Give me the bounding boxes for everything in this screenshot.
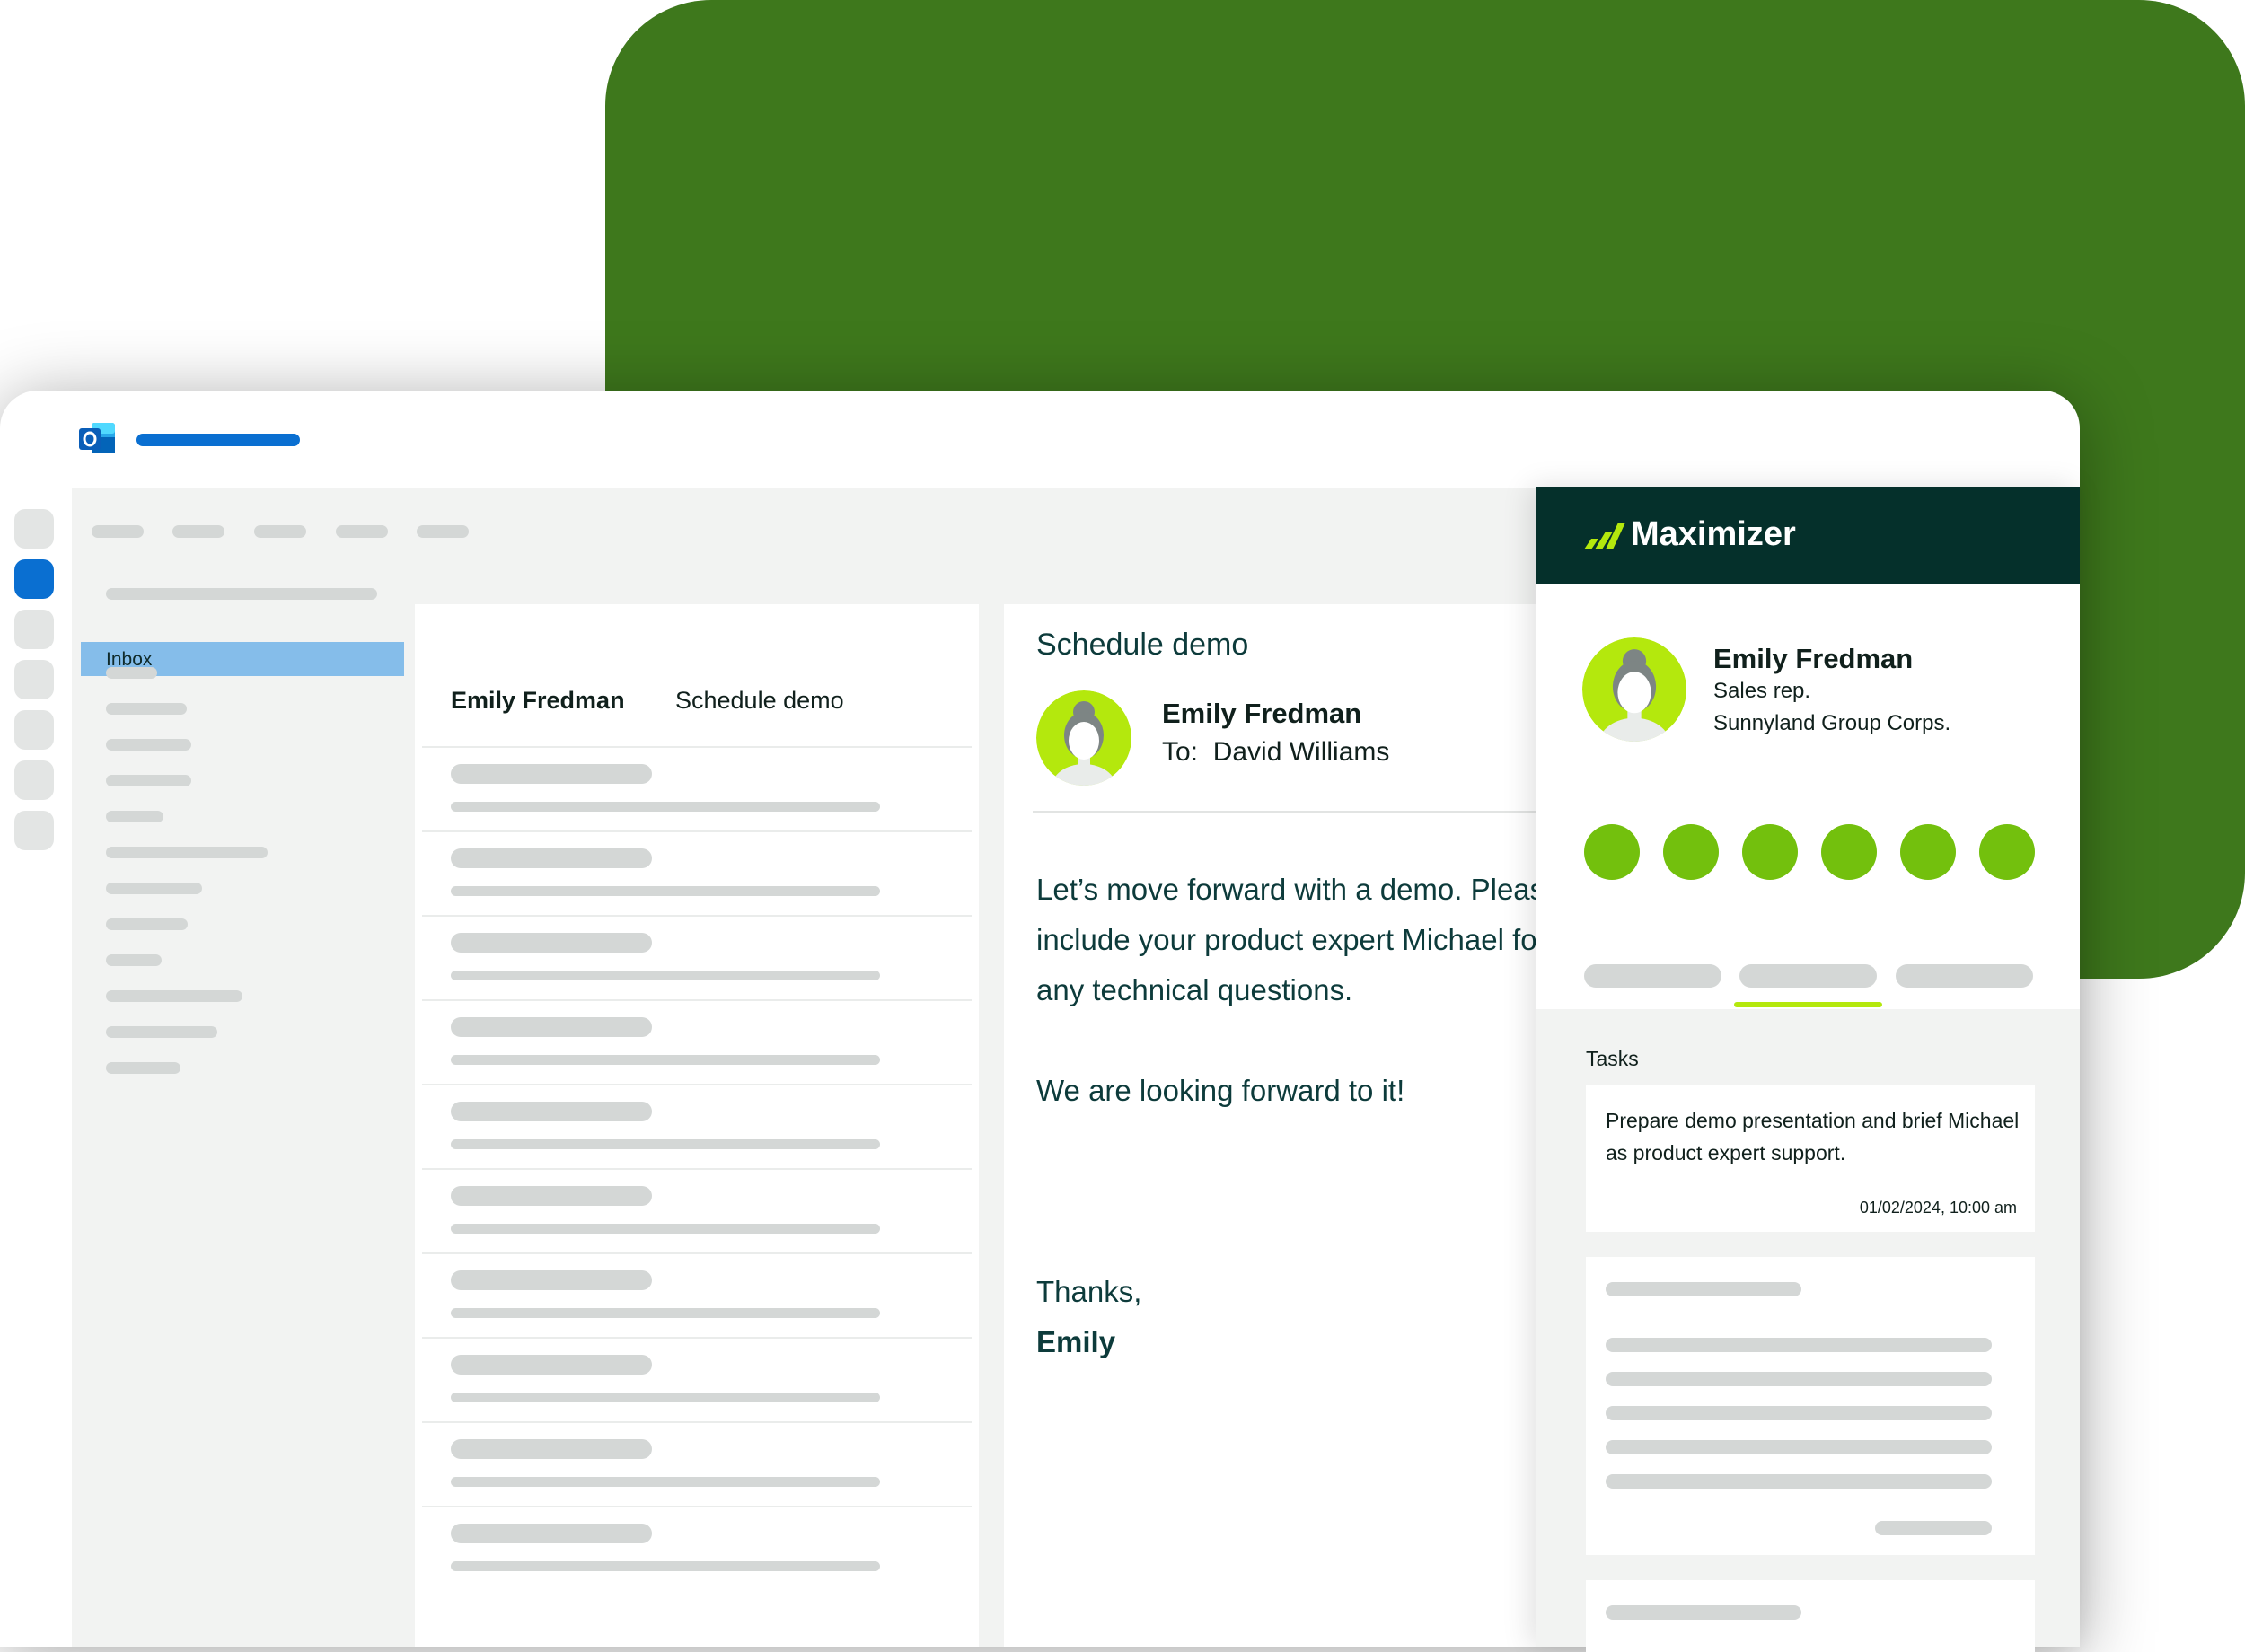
toolbar-item-5[interactable] [417,525,469,538]
action-button-1[interactable] [1584,824,1640,880]
tasks-heading: Tasks [1586,1047,1639,1070]
task-card[interactable]: Prepare demo presentation and brief Mich… [1586,1085,2035,1232]
title-bar [0,391,2080,488]
toolbar-item-4[interactable] [336,525,388,538]
app-rail [0,488,72,1647]
action-button-3[interactable] [1742,824,1798,880]
folder-item[interactable] [106,847,268,858]
list-item[interactable] [422,1252,972,1339]
list-item[interactable] [422,1421,972,1507]
email-sender: Emily Fredman [1162,698,1362,729]
task-card-placeholder[interactable] [1586,1257,2035,1555]
folder-item[interactable] [106,703,187,715]
outlook-icon[interactable] [79,421,117,457]
list-item[interactable] [422,746,972,832]
folder-item[interactable] [106,883,202,894]
toolbar-item-1[interactable] [92,525,144,538]
email-signature: Thanks, Emily [1036,1267,1141,1367]
message-list: Emily Fredman Schedule demo [415,604,979,1647]
action-button-5[interactable] [1900,824,1956,880]
rail-button-5[interactable] [14,710,54,750]
list-item[interactable] [422,915,972,1001]
folder-item[interactable] [106,918,188,930]
rail-button-6[interactable] [14,760,54,800]
list-item[interactable] [422,1084,972,1170]
folder-item[interactable] [106,1026,217,1038]
list-item[interactable] [422,830,972,917]
folder-account[interactable] [106,588,377,600]
tab-1[interactable] [1584,964,1721,988]
panel-body: Tasks Prepare demo presentation and brie… [1536,1009,2080,1652]
message-sender: Emily Fredman [451,687,625,714]
message-subject: Schedule demo [675,687,844,714]
contact-name: Emily Fredman [1713,643,1914,674]
maximizer-panel: Maximizer Emily Fredman Sales rep. Sunny… [1536,487,2080,1652]
brand-name: Maximizer [1631,515,1796,553]
contact-company: Sunnyland Group Corps. [1713,711,1951,735]
rail-button-mail[interactable] [14,559,54,599]
action-button-4[interactable] [1821,824,1877,880]
toolbar-item-3[interactable] [254,525,306,538]
maximizer-logo-icon [1584,523,1625,549]
list-item[interactable] [422,1506,972,1592]
window-title-placeholder [136,434,300,446]
folder-item[interactable] [106,1062,180,1074]
person-avatar-icon [1582,637,1686,742]
list-item[interactable] [422,1337,972,1423]
selected-message[interactable]: Emily Fredman Schedule demo [415,604,979,746]
action-button-2[interactable] [1663,824,1719,880]
active-tab-indicator [1734,1002,1882,1007]
email-signature-name: Emily [1036,1325,1116,1358]
tab-2-active[interactable] [1739,964,1877,988]
folder-item[interactable] [106,990,242,1002]
email-sign-off: Thanks, [1036,1275,1142,1308]
folder-item[interactable] [106,667,157,679]
tab-3[interactable] [1896,964,2033,988]
folder-item[interactable] [106,739,191,751]
toolbar-item-2[interactable] [172,525,224,538]
task-card-placeholder[interactable] [1586,1580,2035,1652]
list-item[interactable] [422,1168,972,1254]
panel-header: Maximizer [1536,487,2080,584]
rail-button-1[interactable] [14,509,54,549]
rail-button-3[interactable] [14,610,54,649]
email-recipient: To: David Williams [1162,737,1390,767]
rail-button-4[interactable] [14,660,54,699]
folder-item[interactable] [106,775,191,786]
folder-item[interactable] [106,954,162,966]
folder-item[interactable] [106,811,163,822]
task-date: 01/02/2024, 10:00 am [1859,1199,2017,1217]
task-description: Prepare demo presentation and brief Mich… [1606,1109,2020,1164]
contact-role: Sales rep. [1713,679,1811,703]
rail-button-7[interactable] [14,811,54,850]
list-item[interactable] [422,999,972,1085]
person-avatar-icon [1036,690,1131,786]
email-subject: Schedule demo [1036,628,1249,662]
action-button-6[interactable] [1979,824,2035,880]
